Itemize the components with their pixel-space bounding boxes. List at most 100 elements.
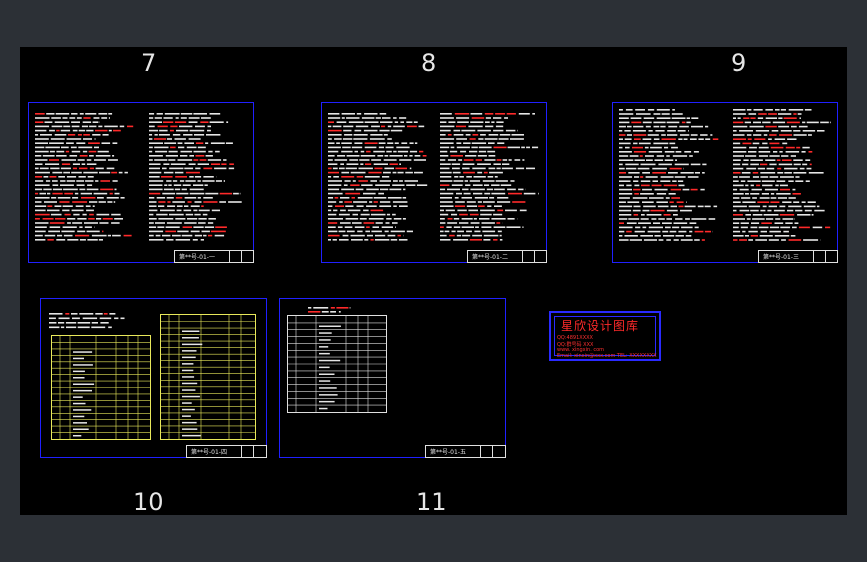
text-stroke	[149, 134, 153, 136]
text-stroke	[660, 180, 671, 182]
drawing-sheet-9[interactable]: 第**号-01-三	[612, 102, 838, 263]
text-stroke	[645, 125, 651, 128]
drawing-sheet-10[interactable]: 第**号-01-四	[40, 298, 267, 458]
text-stroke	[619, 109, 623, 111]
text-stroke	[82, 317, 98, 320]
text-stroke	[462, 188, 469, 191]
text-stroke	[174, 171, 184, 174]
text-stroke	[677, 180, 684, 182]
text-stroke	[364, 239, 369, 241]
text-stroke	[87, 176, 94, 178]
text-stroke	[346, 155, 360, 157]
text-stroke	[447, 188, 460, 191]
text-stroke	[625, 146, 630, 149]
text-stroke	[365, 163, 372, 165]
text-stroke	[77, 218, 87, 220]
text-stroke	[666, 218, 672, 220]
text-stroke	[112, 180, 118, 182]
text-stroke	[111, 222, 120, 224]
text-stroke	[654, 159, 664, 161]
text-stroke	[102, 230, 104, 233]
text-stroke	[97, 150, 109, 153]
text-stroke	[746, 218, 751, 220]
text-stroke	[364, 146, 377, 149]
text-stroke	[451, 213, 458, 216]
text-stroke	[769, 163, 777, 166]
title-block: 第**号-01-三	[758, 250, 838, 263]
text-stroke	[50, 213, 62, 216]
text-stroke	[440, 234, 447, 237]
text-stroke	[626, 222, 637, 224]
text-stroke	[649, 197, 664, 199]
text-stroke	[779, 151, 783, 153]
text-stroke	[336, 307, 349, 309]
text-stroke	[765, 159, 776, 161]
text-stroke	[768, 239, 779, 241]
text-stroke	[770, 197, 777, 199]
text-stroke	[741, 172, 751, 174]
text-stroke	[65, 322, 77, 324]
text-stroke	[493, 163, 501, 165]
text-stroke	[477, 155, 487, 157]
text-stroke	[339, 201, 343, 203]
text-stroke	[166, 222, 182, 224]
text-stroke	[494, 176, 498, 178]
text-stroke	[114, 218, 123, 220]
text-stroke	[742, 142, 752, 145]
text-stroke	[453, 226, 461, 228]
text-stroke	[733, 130, 737, 132]
text-stroke	[446, 226, 452, 228]
text-stroke	[619, 193, 633, 195]
drawing-sheet-8[interactable]: 第**号-01-二	[321, 102, 547, 263]
text-stroke	[378, 142, 386, 144]
text-stroke	[62, 205, 73, 207]
text-stroke	[778, 113, 792, 115]
text-stroke	[760, 172, 776, 174]
text-stroke	[118, 171, 123, 174]
text-stroke	[619, 214, 632, 216]
text-stroke	[440, 218, 445, 220]
text-stroke	[457, 209, 467, 212]
text-stroke	[775, 218, 781, 220]
text-stroke	[397, 171, 404, 174]
cell-text	[319, 394, 338, 396]
text-stroke	[83, 138, 92, 140]
text-stroke	[366, 150, 371, 153]
text-stroke	[334, 159, 348, 161]
text-stroke	[108, 326, 112, 329]
text-stroke	[393, 180, 398, 182]
text-stroke	[665, 226, 671, 229]
cell-text	[182, 434, 201, 437]
text-stroke	[379, 201, 391, 203]
drawing-sheet-7[interactable]: 第**号-01-一	[28, 102, 254, 263]
drawing-canvas[interactable]: 7 8 9 10 11 第**号-01-一 第**号-01-二 第**号-01-…	[20, 47, 847, 515]
text-stroke	[767, 209, 772, 212]
text-stroke	[497, 209, 504, 212]
text-stroke	[768, 113, 777, 115]
text-stroke	[77, 322, 91, 324]
text-stroke	[350, 234, 365, 237]
text-stroke	[743, 159, 749, 161]
text-stroke	[92, 134, 101, 136]
text-stroke	[193, 209, 198, 212]
text-stroke	[67, 218, 76, 220]
text-stroke	[748, 151, 757, 153]
text-stroke	[633, 142, 638, 145]
text-stroke	[229, 163, 234, 165]
text-stroke	[112, 142, 118, 144]
text-stroke	[214, 234, 225, 237]
text-stroke	[393, 125, 405, 128]
text-stroke	[375, 234, 386, 237]
text-stroke	[75, 205, 84, 207]
text-stroke	[385, 146, 394, 149]
text-stroke	[215, 150, 220, 153]
text-stroke	[507, 188, 516, 191]
text-stroke	[113, 201, 116, 203]
text-stroke	[35, 176, 43, 178]
text-stroke	[386, 150, 392, 153]
text-stroke	[370, 209, 384, 212]
text-stroke	[628, 218, 640, 220]
text-stroke	[195, 125, 205, 128]
text-stroke	[477, 163, 491, 165]
drawing-sheet-11[interactable]: 第**号-01-五	[279, 298, 506, 458]
